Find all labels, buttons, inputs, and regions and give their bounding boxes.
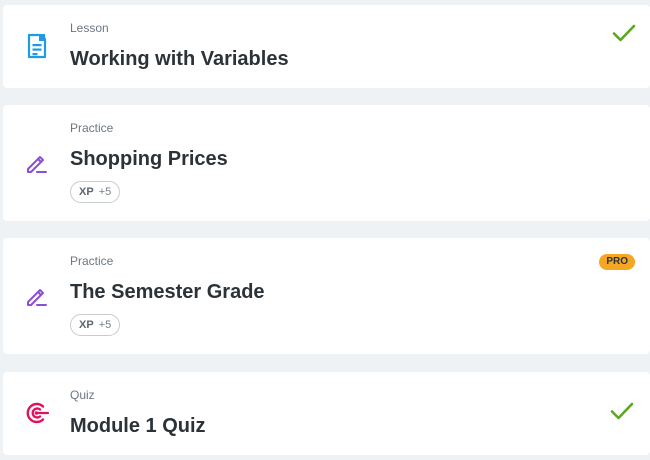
practice-card-semester-grade[interactable]: Practice PRO The Semester Grade XP +5 [3, 238, 650, 354]
lesson-document-icon [27, 33, 47, 59]
item-title: Module 1 Quiz [70, 415, 206, 437]
item-type-label: Quiz [70, 388, 95, 402]
practice-card-shopping-prices[interactable]: Practice Shopping Prices XP +5 [3, 105, 650, 221]
lesson-card-working-with-variables[interactable]: Lesson Working with Variables [3, 5, 650, 88]
xp-reward-badge: XP +5 [70, 314, 121, 336]
item-type-label: Lesson [70, 21, 109, 35]
completed-check-icon [610, 402, 634, 420]
item-title: The Semester Grade [70, 281, 265, 303]
xp-reward-badge: XP +5 [70, 181, 121, 203]
practice-pencil-icon [27, 156, 47, 173]
pro-badge: PRO [599, 254, 635, 270]
xp-label: XP [79, 186, 94, 198]
item-title: Working with Variables [70, 48, 289, 70]
item-title: Shopping Prices [70, 148, 228, 170]
xp-value: +5 [98, 186, 112, 198]
item-type-label: Practice [70, 121, 114, 135]
xp-value: +5 [98, 319, 112, 331]
item-type-label: Practice [70, 254, 114, 268]
completed-check-icon [612, 24, 636, 42]
quiz-target-icon [26, 402, 50, 424]
practice-pencil-icon [27, 289, 47, 306]
quiz-card-module-1[interactable]: Quiz Module 1 Quiz [3, 372, 650, 455]
xp-label: XP [79, 319, 94, 331]
